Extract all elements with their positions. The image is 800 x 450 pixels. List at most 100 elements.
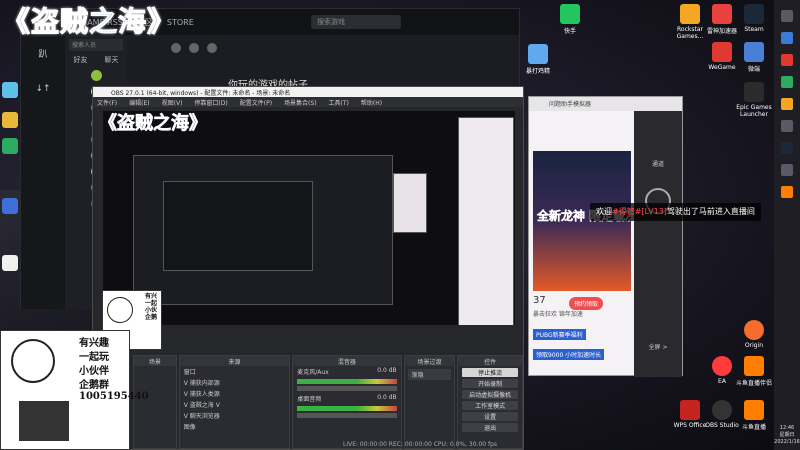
desktop-icon-douyu[interactable]: 斗鱼直播 bbox=[730, 400, 778, 431]
desktop-icon-origin[interactable]: Origin bbox=[730, 320, 778, 349]
obs-titlebar: OBS 27.0.1 (64-bit, windows) - 配置文件: 未命名… bbox=[93, 87, 523, 97]
source-item[interactable]: V 盗贼之海 V bbox=[180, 399, 289, 410]
steam-sidebar: 趴 ↓↑ bbox=[21, 35, 65, 309]
menu-docks[interactable]: 停靠窗口(D) bbox=[194, 98, 227, 107]
source-item[interactable]: V 聊天浏览器 bbox=[180, 410, 289, 421]
overlay-title: 《盗贼之海》 bbox=[1, 5, 177, 39]
app-icon[interactable] bbox=[2, 255, 18, 271]
price-label: 37 bbox=[533, 295, 546, 306]
taskbar-app-icon[interactable] bbox=[781, 142, 793, 154]
recursive-preview bbox=[163, 181, 313, 271]
taskbar-app-icon[interactable] bbox=[781, 32, 793, 44]
sources-dock-title: 来源 bbox=[179, 356, 290, 366]
taskbar-clock[interactable]: 12:46 星期日 2022/1/16 bbox=[774, 425, 800, 446]
app-icon[interactable] bbox=[2, 138, 18, 154]
overlay-title-inner: 《盗贼之海》 bbox=[103, 113, 207, 135]
chat-icon[interactable] bbox=[171, 43, 181, 53]
clock-date: 2022/1/16 bbox=[774, 439, 800, 445]
obs-menubar: 文件(F) 编辑(E) 视图(V) 停靠窗口(D) 配置文件(P) 场景集合(S… bbox=[93, 97, 523, 107]
meme-line: 小伙伴 bbox=[79, 366, 109, 377]
taskbar-app-icon[interactable] bbox=[781, 10, 793, 22]
steam-toolbar-icons bbox=[171, 43, 217, 53]
meme-line: 有兴趣 bbox=[79, 338, 109, 349]
volume-meter bbox=[297, 379, 397, 384]
meme-face-icon bbox=[107, 297, 133, 323]
controls-dock: 控件 停止推流 开始录制 启动虚拟摄像机 工作室模式 设置 退出 bbox=[457, 355, 523, 449]
mixer-dock-title: 混音器 bbox=[293, 356, 401, 366]
menu-profile[interactable]: 配置文件(P) bbox=[240, 98, 272, 107]
menu-edit[interactable]: 编辑(E) bbox=[129, 98, 149, 107]
source-item[interactable]: V 捕获内部源 bbox=[180, 377, 289, 388]
desktop-icon-steam[interactable]: Steam bbox=[730, 4, 778, 33]
fullscreen-button[interactable]: 全屏 > bbox=[634, 342, 682, 351]
volume-slider[interactable] bbox=[297, 413, 397, 418]
mixer-channel-name: 麦克风/Aux bbox=[297, 369, 329, 376]
meme-face-icon bbox=[11, 339, 55, 383]
promo-line[interactable]: PUBG新赛季福利 bbox=[533, 329, 586, 340]
app-icon[interactable] bbox=[2, 82, 18, 98]
obs-docks: 场景 来源 窗口 V 捕获内部源 V 捕获人类源 V 盗贼之海 V V 聊天浏览… bbox=[133, 355, 523, 449]
desktop-icon-douyu-companion[interactable]: 斗鱼直播伴侣 bbox=[730, 356, 778, 387]
studio-mode-button[interactable]: 工作室模式 bbox=[462, 401, 518, 410]
menu-scene-collection[interactable]: 场景集合(S) bbox=[284, 98, 317, 107]
sidebar-item-lie[interactable]: 趴 bbox=[21, 35, 65, 72]
desktop-icon-epic[interactable]: Epic Games Launcher bbox=[730, 82, 778, 118]
sidebar-item-sort[interactable]: ↓↑ bbox=[21, 72, 65, 106]
source-item[interactable]: 图像 bbox=[180, 421, 289, 432]
virtual-camera-button[interactable]: 启动虚拟摄像机 bbox=[462, 390, 518, 399]
app-icon[interactable] bbox=[2, 198, 18, 214]
desktop-icon-kuaishou[interactable]: 快手 bbox=[546, 4, 594, 35]
transitions-dock-title: 场景过渡 bbox=[404, 356, 455, 366]
taskbar-app-icon[interactable] bbox=[781, 54, 793, 66]
emulator-side-panel: 通道 全屏 > bbox=[634, 111, 682, 377]
friends-search-input[interactable]: 搜索人员 bbox=[69, 39, 123, 51]
tab-friends[interactable]: 好友 bbox=[74, 55, 88, 65]
menu-view[interactable]: 视图(V) bbox=[162, 98, 183, 107]
meme-small-text: 有兴 一起 小伙 企鹅 bbox=[145, 293, 157, 321]
welcome-user: #得管#[LV13] bbox=[612, 207, 667, 216]
mixer-channel-value: 0.0 dB bbox=[377, 394, 397, 401]
steam-search-input[interactable]: 搜索游戏 bbox=[311, 15, 401, 29]
stop-streaming-button[interactable]: 停止推流 bbox=[462, 368, 518, 377]
source-item[interactable]: 窗口 bbox=[180, 366, 289, 377]
taskbar-app-icon[interactable] bbox=[781, 76, 793, 88]
meme-qq-number: 1005195440 bbox=[79, 391, 149, 402]
menu-file[interactable]: 文件(F) bbox=[97, 98, 117, 107]
meme-small-line: 有兴 bbox=[145, 293, 158, 300]
transitions-dock: 场景过渡 渐隐 bbox=[403, 355, 456, 449]
desktop-icon-weiduan[interactable]: 微端 bbox=[730, 42, 778, 73]
controls-dock-title: 控件 bbox=[458, 356, 522, 366]
desktop-icon-baoda[interactable]: 暴打鸡精 bbox=[514, 44, 562, 75]
recursive-phone bbox=[458, 117, 514, 325]
app-icon[interactable] bbox=[2, 112, 18, 128]
taskbar-app-icon[interactable] bbox=[781, 186, 793, 198]
mixer-dock: 混音器 麦克风/Aux 0.0 dB 桌面音频 0.0 dB bbox=[292, 355, 402, 449]
source-item[interactable]: V 捕获人类源 bbox=[180, 388, 289, 399]
bell-icon[interactable] bbox=[189, 43, 199, 53]
meme-small-line: 一起 bbox=[145, 300, 158, 307]
exit-button[interactable]: 退出 bbox=[462, 423, 518, 432]
mixer-channel-name: 桌面音频 bbox=[297, 396, 322, 403]
emulator-titlebar: 问题助手模拟器 bbox=[529, 97, 682, 111]
welcome-notification: 欢迎#得管#[LV13]驾驶出了马前进入直播间 bbox=[590, 203, 761, 221]
webcam-meme: 有兴趣 一起玩 小伙伴 企鹅群 1005195440 bbox=[0, 330, 149, 450]
settings-icon[interactable] bbox=[207, 43, 217, 53]
settings-button[interactable]: 设置 bbox=[462, 412, 518, 421]
menu-tools[interactable]: 工具(T) bbox=[329, 98, 349, 107]
taskbar-app-icon[interactable] bbox=[781, 120, 793, 132]
transition-select[interactable]: 渐隐 bbox=[407, 369, 452, 380]
meme-small-line: 小伙 bbox=[145, 307, 158, 314]
sources-dock: 来源 窗口 V 捕获内部源 V 捕获人类源 V 盗贼之海 V V 聊天浏览器 图… bbox=[178, 355, 291, 449]
taskbar-app-icon[interactable] bbox=[781, 164, 793, 176]
menu-help[interactable]: 帮助(H) bbox=[361, 98, 382, 107]
meme-line: 一起玩 bbox=[79, 352, 109, 363]
volume-slider[interactable] bbox=[297, 386, 397, 391]
promo-line[interactable]: 领取9000 小时加速时长 bbox=[533, 349, 605, 360]
clock-time: 12:46 bbox=[779, 425, 795, 431]
phone-emulator-window: 问题助手模拟器 全新龙神 限定载决 37 预约领取 暴击狂欢 锦年加速 PUBG… bbox=[528, 96, 683, 377]
taskbar-app-icon[interactable] bbox=[781, 98, 793, 110]
tab-chat[interactable]: 聊天 bbox=[105, 55, 119, 65]
start-recording-button[interactable]: 开始录制 bbox=[462, 379, 518, 388]
obs-preview[interactable]: 《盗贼之海》 bbox=[103, 111, 515, 325]
friend-avatar[interactable] bbox=[91, 70, 102, 81]
